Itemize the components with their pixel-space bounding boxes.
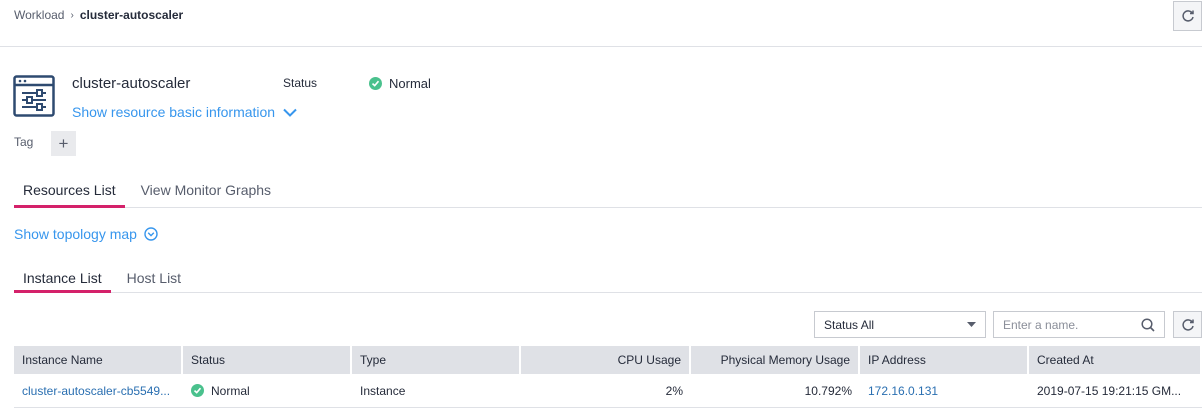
search-icon[interactable] xyxy=(1141,317,1155,332)
tab-view-monitor-graphs[interactable]: View Monitor Graphs xyxy=(141,174,271,207)
refresh-icon xyxy=(1181,10,1194,22)
instance-created-cell: 2019-07-15 19:21:15 GM... xyxy=(1029,374,1202,408)
plus-icon: + xyxy=(58,133,69,153)
check-icon xyxy=(369,77,382,90)
header-divider xyxy=(0,46,1202,47)
instance-ip-cell: 172.16.0.131 xyxy=(860,374,1029,408)
instance-ip-text: 172.16.0.131 xyxy=(868,383,939,398)
col-memory-usage[interactable]: Physical Memory Usage xyxy=(691,346,860,374)
tab-instance-list[interactable]: Instance List xyxy=(14,263,111,293)
workload-name: cluster-autoscaler xyxy=(72,75,191,92)
search-input[interactable]: Enter a name. xyxy=(993,311,1165,338)
instance-type-cell: Instance xyxy=(352,374,521,408)
col-instance-name[interactable]: Instance Name xyxy=(14,346,183,374)
breadcrumb: Workload › cluster-autoscaler xyxy=(14,8,183,22)
refresh-icon xyxy=(1181,318,1194,331)
tag-label: Tag xyxy=(14,135,34,149)
status-filter-value: Status All xyxy=(824,317,875,332)
tab-resources-list[interactable]: Resources List xyxy=(14,174,125,208)
col-ip-address[interactable]: IP Address xyxy=(860,346,1029,374)
workload-status-text: Normal xyxy=(389,76,431,91)
circle-chevron-down-icon xyxy=(144,227,158,241)
sub-tabs: Instance List Host List xyxy=(14,263,1202,293)
breadcrumb-workload[interactable]: Workload xyxy=(14,8,64,22)
search-placeholder: Enter a name. xyxy=(1003,317,1079,332)
workload-status: Normal xyxy=(369,76,431,91)
instance-status-cell: Normal xyxy=(183,374,352,408)
status-label: Status xyxy=(283,76,318,90)
breadcrumb-separator-icon: › xyxy=(70,9,74,21)
show-topology-label: Show topology map xyxy=(14,226,137,242)
instance-cpu-cell: 2% xyxy=(521,374,691,408)
check-icon xyxy=(191,384,204,397)
show-basic-info-toggle[interactable]: Show resource basic information xyxy=(72,104,297,120)
show-basic-info-label: Show resource basic information xyxy=(72,104,276,120)
col-status[interactable]: Status xyxy=(183,346,352,374)
workload-icon xyxy=(13,75,55,117)
caret-down-icon xyxy=(967,322,976,327)
table-header-row: Instance Name Status Type CPU Usage Phys… xyxy=(14,346,1202,374)
page-refresh-button[interactable] xyxy=(1173,1,1202,31)
instance-name-link[interactable]: cluster-autoscaler-cb5549... xyxy=(22,384,170,398)
instance-table: Instance Name Status Type CPU Usage Phys… xyxy=(14,346,1202,408)
main-tabs: Resources List View Monitor Graphs xyxy=(14,174,1202,208)
list-refresh-button[interactable] xyxy=(1173,311,1202,338)
breadcrumb-current: cluster-autoscaler xyxy=(79,8,184,22)
instance-status-text: Normal xyxy=(211,383,250,398)
col-created-at[interactable]: Created At xyxy=(1029,346,1202,374)
col-type[interactable]: Type xyxy=(352,346,521,374)
status-filter-select[interactable]: Status All xyxy=(814,311,986,338)
col-cpu-usage[interactable]: CPU Usage xyxy=(521,346,691,374)
instance-memory-cell: 10.792% xyxy=(691,374,860,408)
instance-name-cell: cluster-autoscaler-cb5549... xyxy=(14,374,183,408)
table-row: cluster-autoscaler-cb5549... Normal Inst… xyxy=(14,374,1202,408)
show-topology-toggle[interactable]: Show topology map xyxy=(14,226,158,242)
tab-host-list[interactable]: Host List xyxy=(127,263,181,292)
add-tag-button[interactable]: + xyxy=(51,131,76,156)
chevron-down-icon xyxy=(283,108,297,117)
